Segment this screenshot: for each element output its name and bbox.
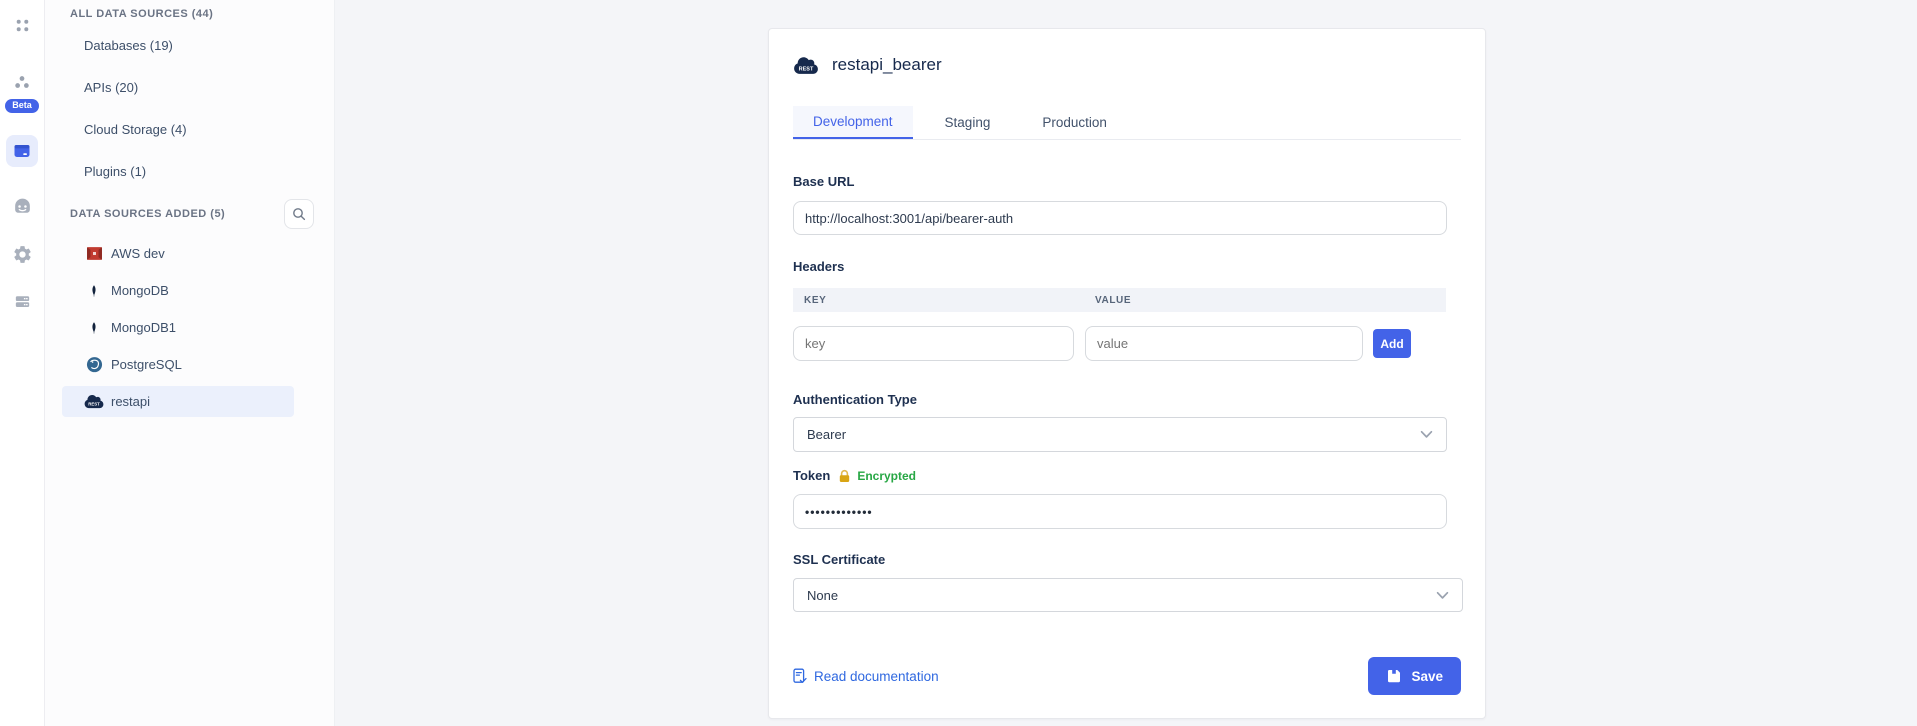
datasource-item-label: MongoDB1 (111, 320, 176, 335)
tab-staging[interactable]: Staging (925, 106, 1011, 139)
card-footer: Read documentation Save (793, 657, 1461, 695)
sidebar-item-plugins[interactable]: Plugins (1) (45, 150, 334, 192)
page-title: restapi_bearer (832, 55, 942, 75)
rest-cloud-icon: REST (84, 393, 104, 410)
sidebar-item-cloud-storage[interactable]: Cloud Storage (4) (45, 108, 334, 150)
sidebar-item-databases[interactable]: Databases (19) (45, 24, 334, 66)
base-url-input[interactable] (793, 201, 1447, 235)
datasource-item-label: AWS dev (111, 246, 165, 261)
postgresql-icon (84, 356, 104, 373)
mongodb-leaf-icon (84, 319, 104, 336)
datasources-icon[interactable] (6, 135, 38, 167)
apps-grid-icon[interactable] (6, 9, 38, 41)
token-input[interactable] (793, 494, 1447, 529)
ssl-certificate-select[interactable]: None (793, 578, 1463, 612)
app-root: Beta ALL DATA SOURCES (44) Databases (19… (0, 0, 1917, 726)
chevron-down-icon (1420, 430, 1433, 439)
server-icon[interactable] (6, 286, 38, 318)
datasource-sidebar: ALL DATA SOURCES (44) Databases (19) API… (45, 0, 335, 726)
header-key-input[interactable] (793, 326, 1074, 361)
datasource-item-label: restapi (111, 394, 150, 409)
search-button[interactable] (284, 199, 314, 229)
tab-development[interactable]: Development (793, 106, 913, 139)
read-documentation-label: Read documentation (814, 669, 939, 684)
datasource-item-label: PostgreSQL (111, 357, 182, 372)
token-label: Token (793, 468, 830, 484)
token-label-row: Token Encrypted (793, 468, 1461, 484)
beta-badge: Beta (5, 99, 39, 113)
base-url-label: Base URL (793, 174, 1461, 190)
save-button-label: Save (1411, 669, 1443, 684)
save-button[interactable]: Save (1368, 657, 1461, 695)
all-data-sources-header: ALL DATA SOURCES (44) (45, 0, 334, 24)
aws-icon (84, 245, 104, 262)
ssl-selected-value: None (807, 588, 838, 603)
save-floppy-icon (1386, 668, 1402, 684)
ssl-certificate-label: SSL Certificate (793, 552, 1461, 568)
datasource-item-label: MongoDB (111, 283, 169, 298)
auth-type-select[interactable]: Bearer (793, 417, 1447, 452)
auth-type-selected-value: Bearer (807, 427, 846, 442)
documentation-icon (793, 668, 807, 684)
add-header-button[interactable]: Add (1373, 329, 1411, 358)
svg-text:REST: REST (799, 66, 814, 72)
main-content: REST restapi_bearer Development Staging … (335, 0, 1917, 726)
tab-production[interactable]: Production (1022, 106, 1127, 139)
bot-face-icon[interactable] (6, 191, 38, 223)
environment-tabs: Development Staging Production (793, 106, 1461, 140)
gear-icon[interactable] (6, 239, 38, 271)
headers-table-head: KEY VALUE (793, 288, 1446, 312)
data-sources-added-row: DATA SOURCES ADDED (5) (45, 195, 334, 233)
chevron-down-icon (1436, 591, 1449, 600)
key-column-header: KEY (793, 295, 1095, 306)
card-header: REST restapi_bearer (793, 29, 1461, 75)
encrypted-badge: Encrypted (838, 469, 916, 483)
lock-icon (838, 469, 851, 483)
svg-text:REST: REST (88, 401, 100, 406)
read-documentation-link[interactable]: Read documentation (793, 668, 939, 684)
mongodb-leaf-icon (84, 282, 104, 299)
auth-type-label: Authentication Type (793, 392, 1461, 408)
datasource-item-mongodb1[interactable]: MongoDB1 (62, 312, 294, 343)
datasource-item-restapi[interactable]: REST restapi (62, 386, 294, 417)
cluster-icon[interactable] (6, 66, 38, 98)
value-column-header: VALUE (1095, 295, 1131, 306)
header-key-value-row: Add (793, 326, 1461, 361)
data-sources-added-header: DATA SOURCES ADDED (5) (45, 208, 225, 220)
header-value-input[interactable] (1085, 326, 1363, 361)
datasource-item-postgresql[interactable]: PostgreSQL (62, 349, 294, 380)
rest-cloud-icon: REST (793, 56, 819, 75)
sidebar-item-apis[interactable]: APIs (20) (45, 66, 334, 108)
encrypted-label: Encrypted (857, 469, 916, 483)
datasource-config-card: REST restapi_bearer Development Staging … (768, 28, 1486, 719)
icon-rail: Beta (0, 0, 45, 726)
search-icon (292, 207, 306, 221)
datasource-item-aws-dev[interactable]: AWS dev (62, 238, 294, 269)
headers-label: Headers (793, 259, 1461, 275)
datasource-item-mongodb[interactable]: MongoDB (62, 275, 294, 306)
